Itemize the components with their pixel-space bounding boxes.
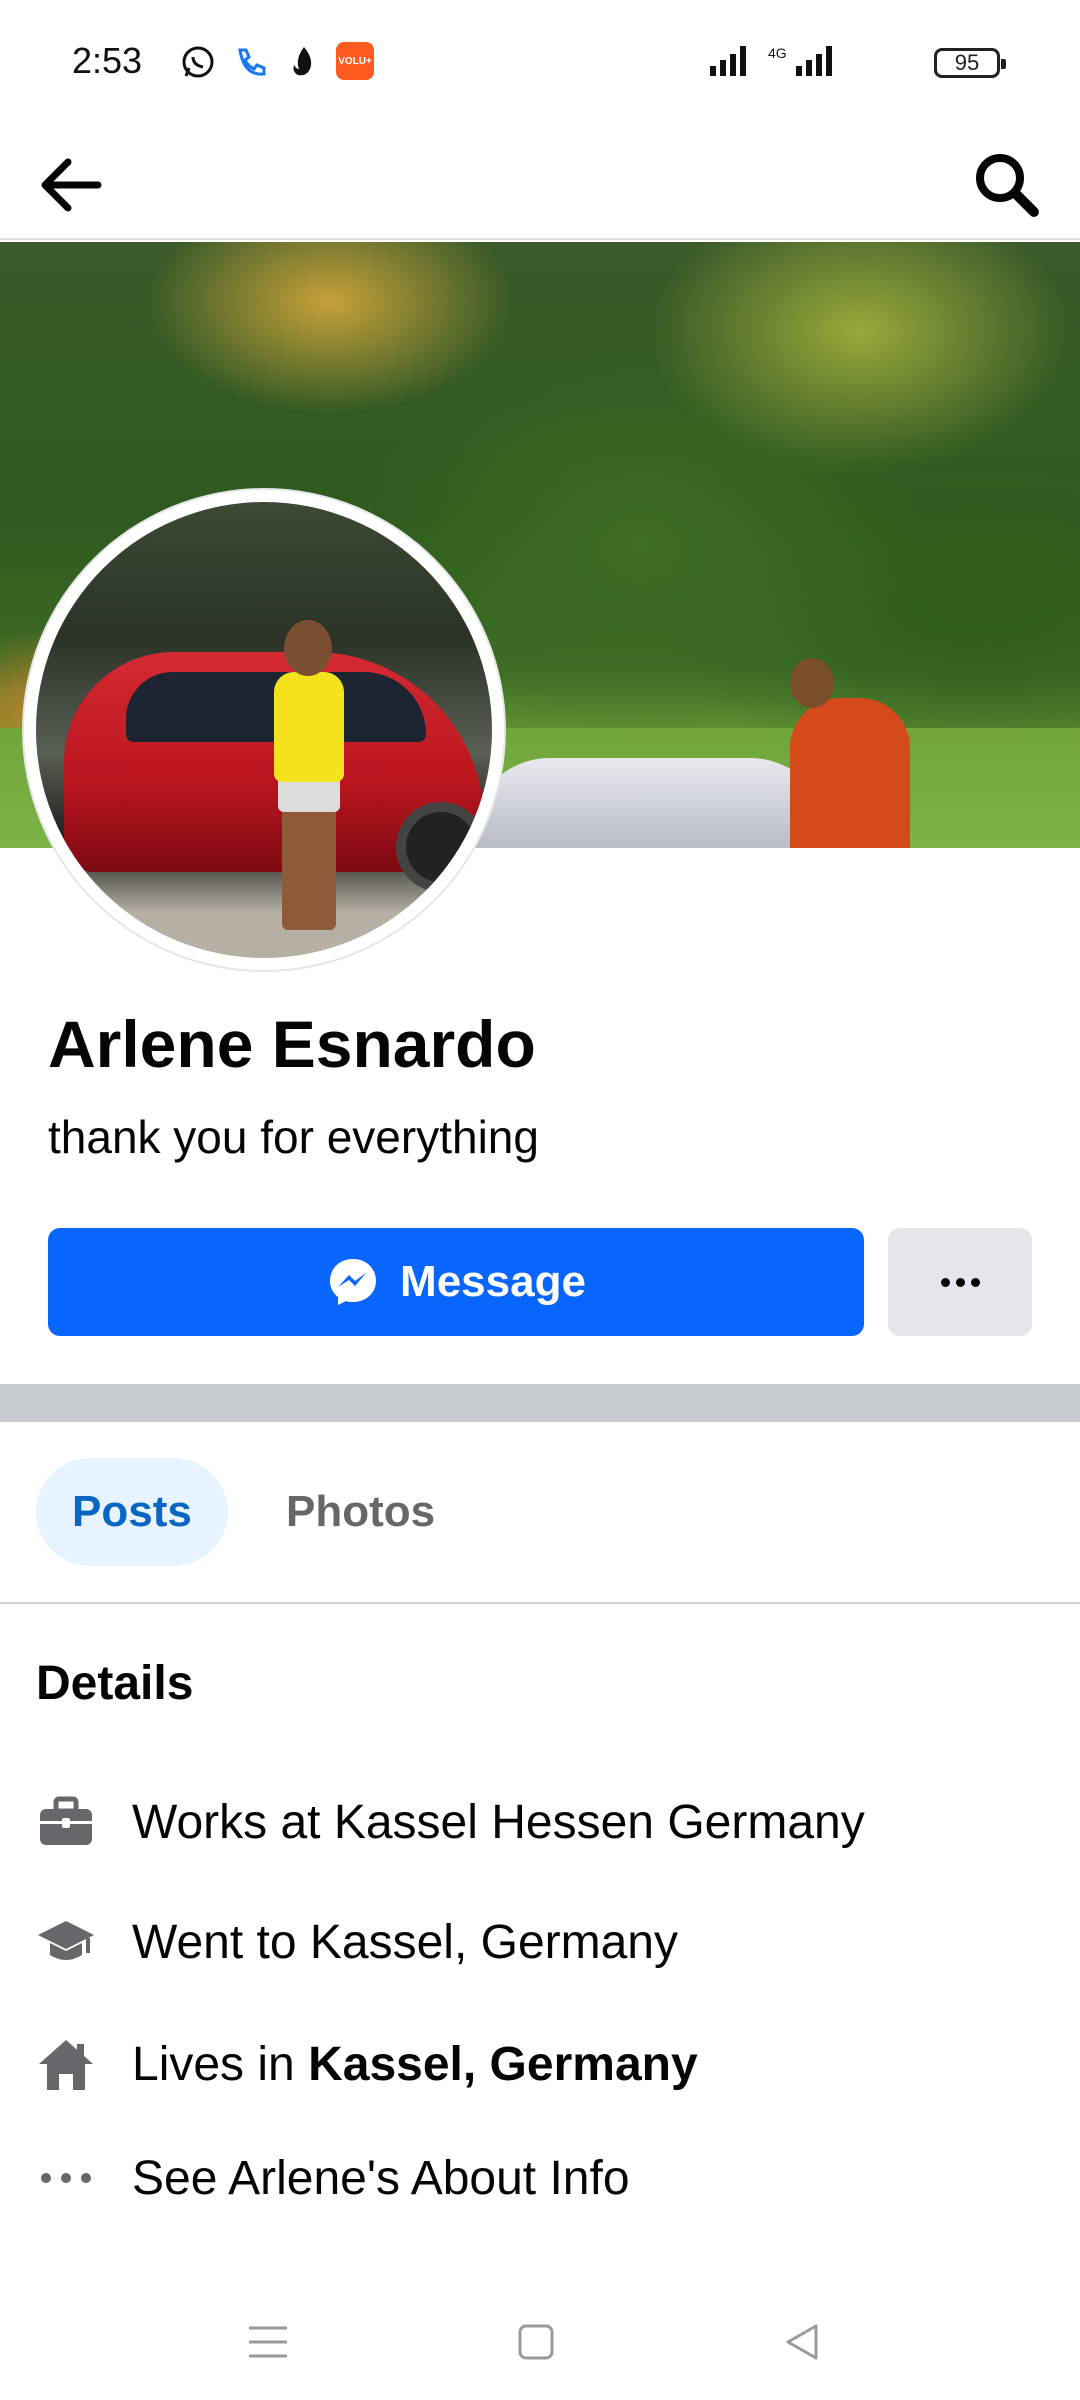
graduation-cap-icon bbox=[36, 1912, 96, 1972]
back-triangle-icon[interactable] bbox=[772, 2312, 832, 2372]
network-type: 4G bbox=[768, 45, 787, 61]
detail-education[interactable]: Went to Kassel, Germany bbox=[36, 1902, 678, 1982]
briefcase-icon bbox=[36, 1792, 96, 1852]
top-nav bbox=[0, 124, 1080, 240]
back-button[interactable] bbox=[36, 150, 106, 220]
message-button-label: Message bbox=[400, 1257, 586, 1306]
lives-prefix: Lives in bbox=[132, 2037, 295, 2091]
search-icon bbox=[976, 154, 1039, 217]
detail-work-text: Works at Kassel Hessen Germany bbox=[132, 1795, 865, 1849]
home-square-icon[interactable] bbox=[506, 2312, 566, 2372]
detail-work[interactable]: Works at Kassel Hessen Germany bbox=[36, 1782, 865, 1862]
tab-photos[interactable]: Photos bbox=[250, 1458, 471, 1566]
detail-lives-text: Lives in Kassel, Germany bbox=[132, 2037, 698, 2092]
avatar-person-shirt bbox=[274, 672, 344, 782]
battery-icon: 95 bbox=[934, 48, 1006, 78]
profile-name: Arlene Esnardo bbox=[48, 1007, 536, 1081]
profile-tabs: Posts Photos bbox=[0, 1422, 1080, 1604]
more-horizontal-icon bbox=[36, 2148, 96, 2208]
messenger-icon bbox=[330, 1259, 377, 1305]
more-options-button[interactable] bbox=[888, 1228, 1032, 1336]
status-time: 2:53 bbox=[72, 40, 143, 81]
message-button[interactable]: Message bbox=[48, 1228, 864, 1336]
search-button[interactable] bbox=[970, 148, 1042, 220]
status-bar: 2:53 VOLU+ 4G 95 bbox=[0, 0, 1080, 124]
signal-icon: 4G bbox=[710, 44, 910, 83]
profile-avatar[interactable] bbox=[24, 490, 504, 970]
detail-about-text: See Arlene's About Info bbox=[132, 2151, 630, 2205]
detail-about-link[interactable]: See Arlene's About Info bbox=[36, 2138, 630, 2218]
menu-icon[interactable] bbox=[238, 2312, 298, 2372]
detail-education-text: Went to Kassel, Germany bbox=[132, 1915, 678, 1969]
volu-app-icon: VOLU+ bbox=[336, 42, 374, 80]
details-heading: Details bbox=[36, 1657, 194, 1710]
system-nav-bar bbox=[0, 2280, 1080, 2400]
profile-bio: thank you for everything bbox=[48, 1111, 539, 1163]
back-arrow-icon bbox=[41, 158, 102, 212]
whatsapp-icon bbox=[178, 42, 218, 82]
avatar-person-head bbox=[284, 620, 332, 676]
more-dots-icon bbox=[940, 1277, 980, 1287]
lives-place: Kassel, Germany bbox=[308, 2037, 698, 2091]
home-icon bbox=[36, 2034, 96, 2094]
avatar-photo bbox=[36, 502, 492, 958]
cover-person bbox=[790, 698, 910, 848]
avatar-car-wheel bbox=[396, 802, 486, 892]
phone-icon bbox=[230, 42, 270, 82]
detail-lives[interactable]: Lives in Kassel, Germany bbox=[36, 2024, 698, 2104]
tab-posts[interactable]: Posts bbox=[36, 1458, 228, 1566]
cover-car bbox=[470, 758, 830, 848]
section-divider bbox=[0, 1384, 1080, 1422]
tinder-icon bbox=[284, 42, 324, 82]
cover-person-head bbox=[790, 658, 834, 708]
